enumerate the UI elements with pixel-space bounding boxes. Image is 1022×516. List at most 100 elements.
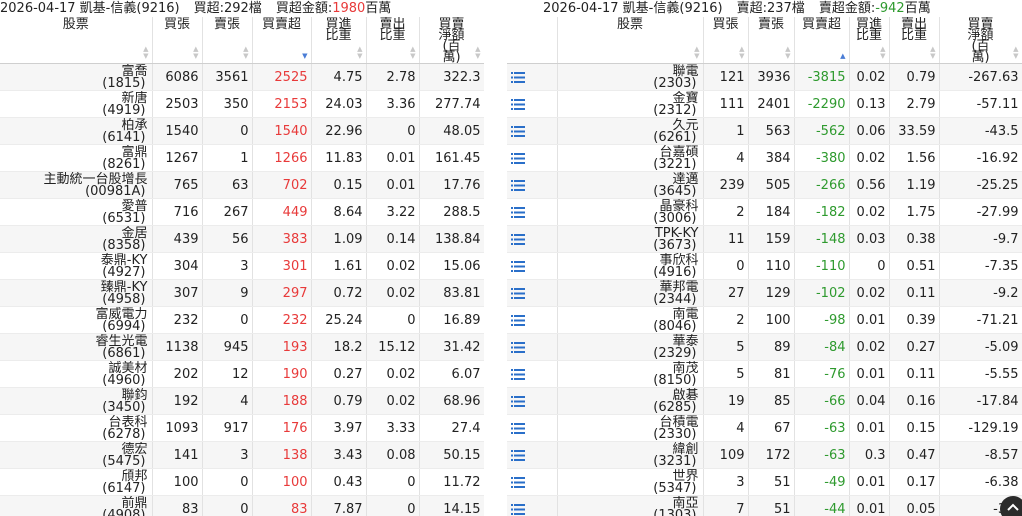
stock-name-cell[interactable]: 南茂 (8150) (557, 360, 704, 388)
table-row[interactable]: TPK-KY (3673) 11 159 -148 0.03 0.38 -9.7 (507, 225, 1022, 253)
table-row[interactable]: 南茂 (8150) 5 81 -76 0.01 0.11 -5.55 (507, 360, 1022, 388)
table-row[interactable]: 柏承 (6141) 1540 0 1540 22.96 0 48.05 (0, 117, 484, 145)
stock-name-cell[interactable]: 世界 (5347) (557, 468, 704, 496)
stock-name-cell[interactable]: 華邦電 (2344) (557, 279, 704, 307)
row-action-cell[interactable] (507, 333, 558, 361)
row-action-cell[interactable] (507, 198, 558, 226)
col-header-stock[interactable]: 股票 ▲ ▼ (557, 17, 704, 64)
stock-name-cell[interactable]: 啟碁 (6285) (557, 387, 704, 415)
stock-name-cell[interactable]: 南亞 (1303) (557, 495, 704, 516)
col-header-buy-pct[interactable]: 買進比重 ▲ ▼ (849, 17, 890, 64)
row-action-cell[interactable] (507, 225, 558, 253)
stock-name-cell[interactable]: 睿生光電 (6861) (0, 333, 153, 361)
table-row[interactable]: 主動統一台股增長 (00981A) 765 63 702 0.15 0.01 17.76 (0, 171, 484, 199)
list-icon[interactable] (511, 341, 525, 353)
table-row[interactable]: 事欣科 (4916) 0 110 -110 0 0.51 -7.35 (507, 252, 1022, 280)
stock-name-cell[interactable]: 德宏 (5475) (0, 441, 153, 469)
row-action-cell[interactable] (507, 387, 558, 415)
table-row[interactable]: 南電 (8046) 2 100 -98 0.01 0.39 -71.21 (507, 306, 1022, 334)
table-row[interactable]: 南亞(1303)751-440.010.05-3.8 (507, 495, 1022, 516)
list-icon[interactable] (511, 179, 525, 191)
table-row[interactable]: 頎邦 (6147) 100 0 100 0.43 0 11.72 (0, 468, 484, 496)
list-icon[interactable] (511, 395, 525, 407)
row-action-cell[interactable] (507, 90, 558, 118)
col-header-net[interactable]: 買賣超 ▼ (252, 17, 312, 64)
table-row[interactable]: 金寶 (2312) 111 2401 -2290 0.13 2.79 -57.11 (507, 90, 1022, 118)
table-row[interactable]: 前鼎 (4908) 83 0 83 7.87 0 14.15 (0, 495, 484, 516)
list-icon[interactable] (511, 71, 525, 83)
stock-name-cell[interactable]: 台表科 (6278) (0, 414, 153, 442)
stock-name-cell[interactable]: 事欣科 (4916) (557, 252, 704, 280)
list-icon[interactable] (511, 233, 525, 245)
list-icon[interactable] (511, 260, 525, 272)
table-row[interactable]: 華邦電 (2344) 27 129 -102 0.02 0.11 -9.2 (507, 279, 1022, 307)
list-icon[interactable] (511, 476, 525, 488)
col-header-sell-lots[interactable]: 賣張 ▲ ▼ (748, 17, 795, 64)
col-header-stock[interactable]: 股票 ▲ ▼ (0, 17, 153, 64)
table-row[interactable]: 愛普 (6531) 716 267 449 8.64 3.22 288.5 (0, 198, 484, 226)
col-header-buy-pct[interactable]: 買進比重 ▲ ▼ (311, 17, 367, 64)
table-row[interactable]: 德宏 (5475) 141 3 138 3.43 0.08 50.15 (0, 441, 484, 469)
row-action-cell[interactable] (507, 63, 558, 91)
stock-name-cell[interactable]: TPK-KY (3673) (557, 225, 704, 253)
scroll-top-button[interactable] (1000, 496, 1022, 516)
row-action-cell[interactable] (507, 360, 558, 388)
stock-name-cell[interactable]: 誠美材 (4960) (0, 360, 153, 388)
table-row[interactable]: 泰鼎-KY (4927) 304 3 301 1.61 0.02 15.06 (0, 252, 484, 280)
table-row[interactable]: 晶豪科 (3006) 2 184 -182 0.02 1.75 -27.99 (507, 198, 1022, 226)
table-row[interactable]: 新唐 (4919) 2503 350 2153 24.03 3.36 277.74 (0, 90, 484, 118)
stock-name-cell[interactable]: 泰鼎-KY (4927) (0, 252, 153, 280)
stock-name-cell[interactable]: 華泰 (2329) (557, 333, 704, 361)
col-header-sell-pct[interactable]: 賣出比重 ▲ ▼ (889, 17, 940, 64)
table-row[interactable]: 台嘉碩 (3221) 4 384 -380 0.02 1.56 -16.92 (507, 144, 1022, 172)
stock-name-cell[interactable]: 台嘉碩 (3221) (557, 144, 704, 172)
row-action-cell[interactable] (507, 414, 558, 442)
stock-name-cell[interactable]: 主動統一台股增長 (00981A) (0, 171, 153, 199)
row-action-cell[interactable] (507, 279, 558, 307)
row-action-cell[interactable] (507, 495, 558, 516)
list-icon[interactable] (511, 503, 525, 515)
table-row[interactable]: 久元 (6261) 1 563 -562 0.06 33.59 -43.5 (507, 117, 1022, 145)
col-header-amount[interactable]: 買賣淨額(百萬) ▲ ▼ (419, 17, 484, 64)
col-header-amount[interactable]: 買賣淨額(百萬) ▲ ▼ (939, 17, 1022, 64)
col-header-buy-lots[interactable]: 買張 ▲ ▼ (703, 17, 749, 64)
stock-name-cell[interactable]: 達邁 (3645) (557, 171, 704, 199)
row-action-cell[interactable] (507, 252, 558, 280)
table-row[interactable]: 睿生光電 (6861) 1138 945 193 18.2 15.12 31.42 (0, 333, 484, 361)
table-row[interactable]: 啟碁 (6285) 19 85 -66 0.04 0.16 -17.84 (507, 387, 1022, 415)
table-row[interactable]: 富鼎 (8261) 1267 1 1266 11.83 0.01 161.45 (0, 144, 484, 172)
table-row[interactable]: 金居 (8358) 439 56 383 1.09 0.14 138.84 (0, 225, 484, 253)
stock-name-cell[interactable]: 頎邦 (6147) (0, 468, 153, 496)
col-header-sell-pct[interactable]: 賣出比重 ▲ ▼ (366, 17, 420, 64)
table-row[interactable]: 世界 (5347) 3 51 -49 0.01 0.17 -6.38 (507, 468, 1022, 496)
list-icon[interactable] (511, 287, 525, 299)
list-icon[interactable] (511, 98, 525, 110)
row-action-cell[interactable] (507, 171, 558, 199)
col-header-net[interactable]: 買賣超 ▲ (794, 17, 850, 64)
list-icon[interactable] (511, 422, 525, 434)
row-action-cell[interactable] (507, 306, 558, 334)
stock-name-cell[interactable]: 聯鈞 (3450) (0, 387, 153, 415)
table-row[interactable]: 聯電 (2303) 121 3936 -3815 0.02 0.79 -267.63 (507, 63, 1022, 91)
row-action-cell[interactable] (507, 468, 558, 496)
stock-name-cell[interactable]: 金居 (8358) (0, 225, 153, 253)
stock-name-cell[interactable]: 金寶 (2312) (557, 90, 704, 118)
stock-name-cell[interactable]: 臻鼎-KY (4958) (0, 279, 153, 307)
stock-name-cell[interactable]: 柏承 (6141) (0, 117, 153, 145)
table-row[interactable]: 誠美材 (4960) 202 12 190 0.27 0.02 6.07 (0, 360, 484, 388)
table-row[interactable]: 聯鈞 (3450) 192 4 188 0.79 0.02 68.96 (0, 387, 484, 415)
col-header-buy-lots[interactable]: 買張 ▲ ▼ (152, 17, 203, 64)
stock-name-cell[interactable]: 聯電 (2303) (557, 63, 704, 91)
row-action-cell[interactable] (507, 441, 558, 469)
list-icon[interactable] (511, 314, 525, 326)
table-row[interactable]: 達邁 (3645) 239 505 -266 0.56 1.19 -25.25 (507, 171, 1022, 199)
stock-name-cell[interactable]: 富喬 (1815) (0, 63, 153, 91)
stock-name-cell[interactable]: 新唐 (4919) (0, 90, 153, 118)
list-icon[interactable] (511, 206, 525, 218)
stock-name-cell[interactable]: 愛普 (6531) (0, 198, 153, 226)
stock-name-cell[interactable]: 富威電力 (6994) (0, 306, 153, 334)
stock-name-cell[interactable]: 台積電 (2330) (557, 414, 704, 442)
stock-name-cell[interactable]: 晶豪科 (3006) (557, 198, 704, 226)
table-row[interactable]: 富喬 (1815) 6086 3561 2525 4.75 2.78 322.3 (0, 63, 484, 91)
list-icon[interactable] (511, 368, 525, 380)
